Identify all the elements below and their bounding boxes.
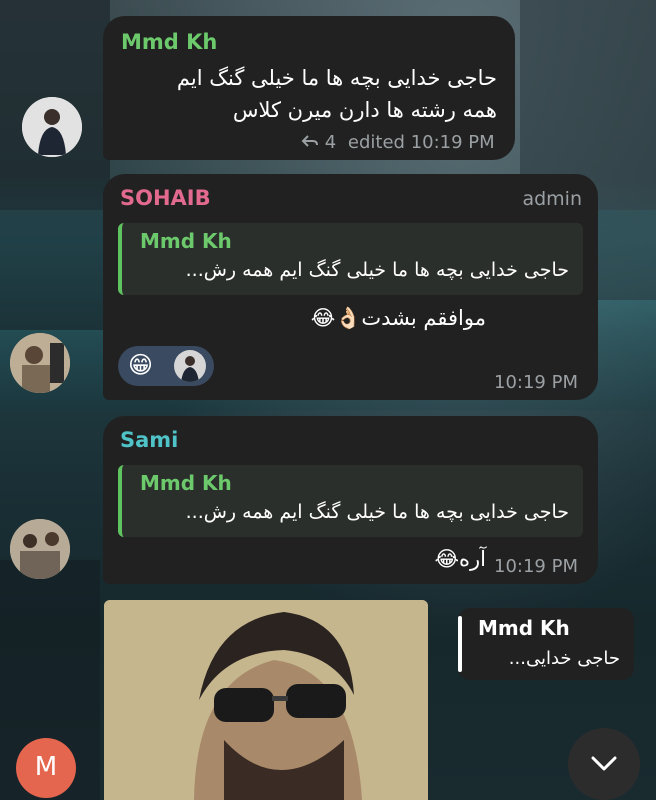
reaction-emoji: 😁 [128,351,154,379]
message-bubble[interactable]: SOHAIB admin Mmd Kh حاجی خدایی بچه ها ما… [103,174,598,400]
reply-quote-text: حاجی خدایی... [508,648,620,669]
reply-quote[interactable]: Mmd Kh حاجی خدایی بچه ها ما خیلی گنگ ایم… [118,465,583,537]
background-building [0,0,110,330]
sender-name[interactable]: Mmd Kh [121,30,217,54]
chevron-down-icon [590,754,618,778]
sender-name[interactable]: Sami [120,428,178,452]
reactor-avatar [174,350,206,382]
reply-quote[interactable]: Mmd Kh حاجی خدایی بچه ها ما خیلی گنگ ایم… [118,223,583,295]
message-text: موافقم بشدت👌🏻😂 [310,306,486,330]
message-time: 10:19 PM [494,556,578,577]
avatar-letter: M [34,752,58,782]
message-bubble[interactable]: Mmd Kh حاجی خدایی بچه ها ما خیلی گنگ ایم… [103,16,515,160]
edited-time: edited 10:19 PM [347,132,495,153]
avatar-own[interactable]: M [16,738,76,798]
reaction-chip[interactable]: 😁 [118,346,214,386]
avatar-sohaib[interactable] [10,333,70,393]
reply-quote-name: Mmd Kh [478,616,570,640]
reply-quote-name: Mmd Kh [140,471,232,495]
reply-quote-text: حاجی خدایی بچه ها ما خیلی گنگ ایم همه رش… [185,501,569,523]
reply-count: 4 [324,132,337,153]
message-meta: 4 edited 10:19 PM [301,132,495,153]
photo-message[interactable] [104,600,428,800]
avatar-mmd-kh[interactable] [22,97,82,157]
photo-image [104,600,428,800]
photo-reply-preview[interactable]: Mmd Kh حاجی خدایی... [458,608,634,680]
sender-name[interactable]: SOHAIB [120,186,211,210]
reply-arrow-icon [301,132,319,153]
avatar-sami[interactable] [10,519,70,579]
admin-badge: admin [522,188,582,210]
message-line: حاجی خدایی بچه ها ما خیلی گنگ ایم [176,66,497,90]
reply-quote-text: حاجی خدایی بچه ها ما خیلی گنگ ایم همه رش… [185,259,569,281]
message-time: 10:19 PM [494,372,578,393]
reply-quote-name: Mmd Kh [140,229,232,253]
message-bubble[interactable]: Sami Mmd Kh حاجی خدایی بچه ها ما خیلی گن… [103,416,598,584]
message-line: همه رشته ها دارن میرن کلاس [232,98,497,122]
reply-bar [458,616,462,672]
message-text: آره😂 [434,547,486,571]
scroll-down-button[interactable] [568,728,640,800]
